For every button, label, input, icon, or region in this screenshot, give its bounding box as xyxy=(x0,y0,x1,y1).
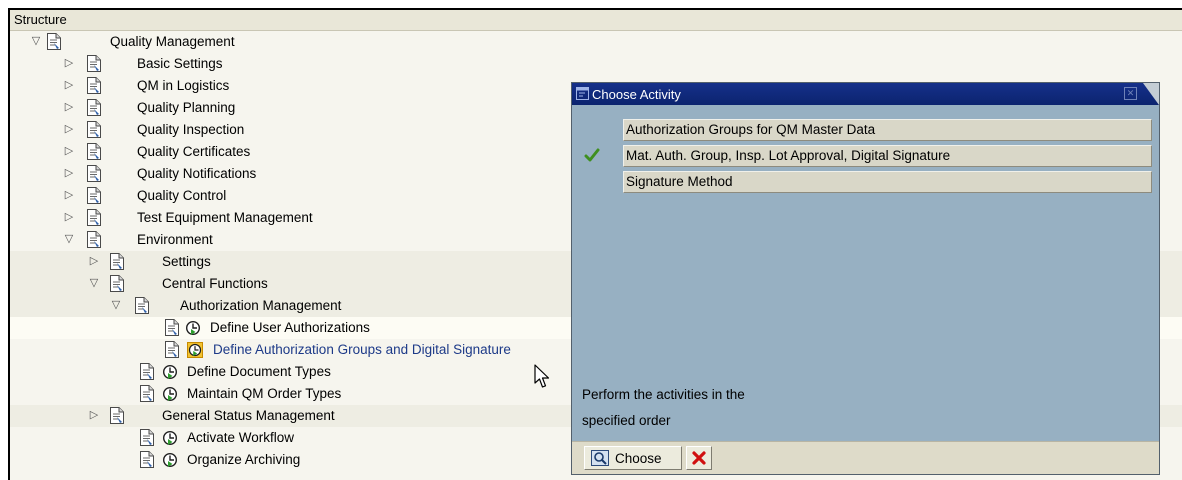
document-icon xyxy=(135,297,149,314)
tree-item-label: Settings xyxy=(162,254,211,269)
collapse-triangle-icon[interactable]: ▽ xyxy=(63,233,75,245)
tree-item-label: General Status Management xyxy=(162,408,335,423)
document-icon xyxy=(165,319,179,336)
expand-triangle-icon[interactable]: ▷ xyxy=(63,189,75,201)
document-icon xyxy=(87,55,101,72)
document-icon xyxy=(140,363,154,380)
document-icon xyxy=(87,77,101,94)
activity-option-mat-auth-group[interactable]: Mat. Auth. Group, Insp. Lot Approval, Di… xyxy=(623,145,1152,167)
activity-label: Signature Method xyxy=(626,174,733,189)
tree-row[interactable]: ▽ Quality Management xyxy=(10,31,1182,53)
checkmark-icon xyxy=(584,148,600,162)
dialog-window-icon xyxy=(576,87,589,100)
structure-header-label: Structure xyxy=(14,12,67,27)
tree-item-label[interactable]: Organize Archiving xyxy=(187,452,300,467)
tree-item-label: Quality Inspection xyxy=(137,122,245,137)
collapse-triangle-icon[interactable]: ▽ xyxy=(30,35,42,47)
expand-triangle-icon[interactable]: ▷ xyxy=(88,409,100,421)
choose-activity-dialog: Choose Activity ✕ Authorization Groups f… xyxy=(571,82,1160,475)
tree-item-label: Quality Management xyxy=(110,34,235,49)
structure-header: Structure xyxy=(10,10,1182,31)
expand-triangle-icon[interactable]: ▷ xyxy=(63,167,75,179)
close-icon[interactable]: ✕ xyxy=(1124,87,1137,100)
collapse-triangle-icon[interactable]: ▽ xyxy=(110,299,122,311)
tree-item-label[interactable]: Define Document Types xyxy=(187,364,331,379)
document-icon xyxy=(110,407,124,424)
document-icon xyxy=(110,275,124,292)
document-icon xyxy=(87,143,101,160)
choose-icon xyxy=(591,450,609,466)
tree-item-label: Environment xyxy=(137,232,213,247)
tree-item-label: Test Equipment Management xyxy=(137,210,313,225)
execute-clock-icon[interactable] xyxy=(162,452,178,468)
expand-triangle-icon[interactable]: ▷ xyxy=(63,145,75,157)
activity-label: Authorization Groups for QM Master Data xyxy=(626,122,876,137)
activity-option-auth-groups[interactable]: Authorization Groups for QM Master Data xyxy=(623,119,1152,141)
document-icon xyxy=(87,121,101,138)
cancel-icon xyxy=(692,451,706,465)
document-icon xyxy=(165,341,179,358)
tree-item-label: Authorization Management xyxy=(180,298,342,313)
choose-button-label: Choose xyxy=(615,451,662,466)
document-icon xyxy=(140,451,154,468)
dialog-hint-line-1: Perform the activities in the xyxy=(582,387,745,402)
activity-option-signature-method[interactable]: Signature Method xyxy=(623,171,1152,193)
tree-row[interactable]: ▷ Basic Settings xyxy=(10,53,1182,75)
document-icon xyxy=(110,253,124,270)
collapse-triangle-icon[interactable]: ▽ xyxy=(88,277,100,289)
document-icon xyxy=(87,231,101,248)
execute-clock-icon[interactable] xyxy=(185,320,201,336)
expand-triangle-icon[interactable]: ▷ xyxy=(63,211,75,223)
expand-triangle-icon[interactable]: ▷ xyxy=(63,123,75,135)
tree-item-label[interactable]: Define User Authorizations xyxy=(210,320,370,335)
dialog-title: Choose Activity xyxy=(592,87,681,102)
tree-item-label: Quality Certificates xyxy=(137,144,251,159)
dialog-hint-line-2: specified order xyxy=(582,413,671,428)
dialog-button-bar: Choose xyxy=(572,441,1159,474)
tree-item-label: QM in Logistics xyxy=(137,78,230,93)
expand-triangle-icon[interactable]: ▷ xyxy=(63,57,75,69)
document-icon xyxy=(87,99,101,116)
expand-triangle-icon[interactable]: ▷ xyxy=(88,255,100,267)
document-icon xyxy=(87,209,101,226)
cancel-button[interactable] xyxy=(686,446,712,470)
dialog-title-bar[interactable]: Choose Activity ✕ xyxy=(572,83,1159,105)
document-icon xyxy=(140,385,154,402)
tree-item-label: Central Functions xyxy=(162,276,268,291)
tree-item-label: Quality Notifications xyxy=(137,166,257,181)
tree-item-label[interactable]: Maintain QM Order Types xyxy=(187,386,341,401)
tree-item-label[interactable]: Define Authorization Groups and Digital … xyxy=(213,342,511,357)
expand-triangle-icon[interactable]: ▷ xyxy=(63,79,75,91)
document-icon xyxy=(87,165,101,182)
document-icon xyxy=(140,429,154,446)
tree-item-label: Basic Settings xyxy=(137,56,223,71)
document-icon xyxy=(87,187,101,204)
tree-item-label: Quality Planning xyxy=(137,100,236,115)
execute-clock-icon[interactable] xyxy=(162,364,178,380)
activity-label: Mat. Auth. Group, Insp. Lot Approval, Di… xyxy=(626,148,951,163)
tree-item-label[interactable]: Activate Workflow xyxy=(187,430,294,445)
mouse-cursor-icon xyxy=(534,364,550,388)
document-icon xyxy=(47,33,61,50)
expand-triangle-icon[interactable]: ▷ xyxy=(63,101,75,113)
title-corner-decoration xyxy=(1143,83,1159,105)
tree-item-label: Quality Control xyxy=(137,188,227,203)
execute-clock-icon[interactable] xyxy=(187,342,203,358)
execute-clock-icon[interactable] xyxy=(162,430,178,446)
execute-clock-icon[interactable] xyxy=(162,386,178,402)
choose-button[interactable]: Choose xyxy=(584,446,682,470)
